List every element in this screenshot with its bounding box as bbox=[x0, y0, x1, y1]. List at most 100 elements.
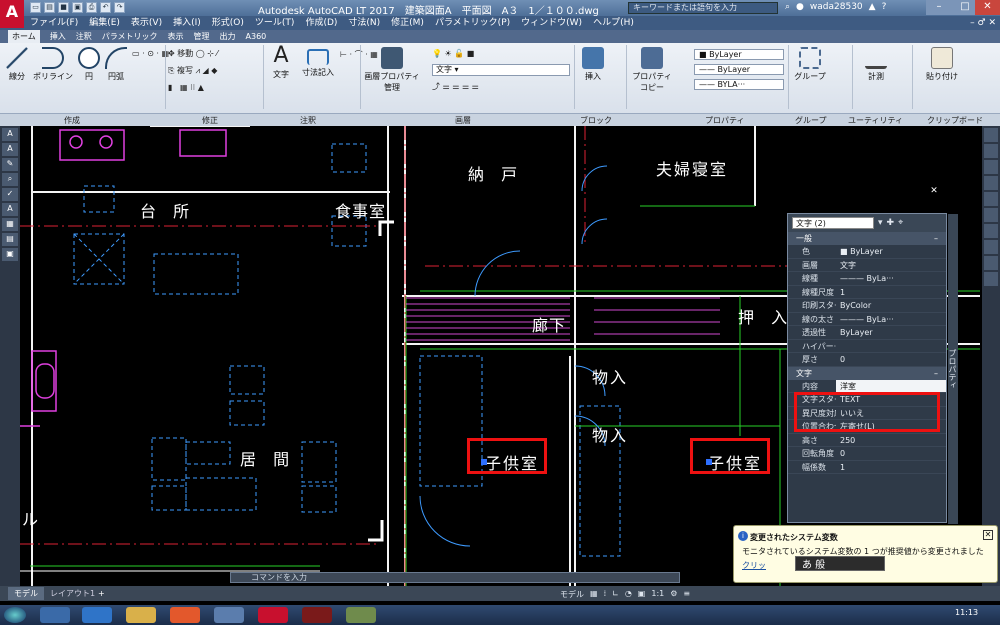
taskbar-ie-icon[interactable] bbox=[82, 607, 112, 623]
taskbar-app-icon[interactable] bbox=[214, 607, 244, 623]
copy-button[interactable]: ⎘ 複写 ⩘ ◢ ◆ bbox=[168, 65, 217, 76]
property-value[interactable]: ——— ByLa··· bbox=[836, 272, 946, 285]
snap-icon[interactable] bbox=[984, 192, 998, 206]
layer-properties-button[interactable]: 画層プロパティ 管理 bbox=[364, 47, 420, 93]
osnap-icon[interactable] bbox=[984, 240, 998, 254]
app-menu-button[interactable]: A bbox=[0, 0, 24, 28]
print-icon[interactable]: ⎙ bbox=[86, 2, 97, 13]
menu-item[interactable]: ウィンドウ(W) bbox=[521, 16, 582, 30]
command-line-input[interactable]: コマンドを入力 bbox=[230, 572, 680, 583]
room-label-oshiire[interactable]: 押 入 bbox=[738, 304, 793, 328]
collapse-icon[interactable]: – bbox=[934, 232, 938, 245]
property-row[interactable]: 線の太さ ——— ByLa··· bbox=[788, 313, 946, 326]
section-text[interactable]: 文字 – bbox=[788, 366, 946, 380]
undo-icon[interactable]: ↶ bbox=[100, 2, 111, 13]
property-value[interactable]: ■ ByLayer bbox=[836, 245, 946, 258]
osnap-status-icon[interactable]: ▣ bbox=[638, 589, 646, 600]
transparency-icon[interactable] bbox=[984, 272, 998, 286]
group-button[interactable]: グループ bbox=[792, 47, 828, 82]
attribute-icon[interactable]: ▣ bbox=[2, 248, 18, 261]
help-icon[interactable]: ? bbox=[882, 2, 887, 12]
layer-dropdown[interactable]: 文字 ▾ bbox=[432, 64, 570, 76]
palette-title-bar[interactable]: プロパティ bbox=[948, 214, 958, 524]
workspace-icon[interactable]: ⚙ bbox=[670, 589, 677, 600]
balloon-close-icon[interactable]: ✕ bbox=[983, 530, 993, 540]
pencil-icon[interactable]: ✎ bbox=[2, 158, 18, 171]
spell-icon[interactable]: ✓ bbox=[2, 188, 18, 201]
property-value[interactable]: 洋室 bbox=[836, 379, 946, 392]
property-row[interactable]: 線種 ——— ByLa··· bbox=[788, 272, 946, 286]
tab-model[interactable]: モデル bbox=[8, 587, 44, 600]
ribbon-tab[interactable]: A360 bbox=[246, 30, 267, 43]
selection-dropdown[interactable]: 文字 (2) bbox=[792, 217, 874, 229]
table-icon[interactable]: ▦ bbox=[2, 218, 18, 231]
property-row[interactable]: 線種尺度 1 bbox=[788, 286, 946, 299]
collapse-icon[interactable]: – bbox=[934, 367, 938, 380]
room-label-shokuji[interactable]: 食事室 bbox=[335, 198, 386, 222]
taskbar-pdf-icon[interactable] bbox=[302, 607, 332, 623]
taskbar-explorer-icon[interactable] bbox=[126, 607, 156, 623]
status-model[interactable]: モデル bbox=[560, 589, 584, 600]
search-input[interactable]: キーワードまたは語句を入力 bbox=[628, 2, 778, 14]
add-layout-button[interactable]: + bbox=[92, 587, 111, 600]
cart-icon[interactable]: ▲ bbox=[869, 2, 876, 12]
grid-icon[interactable]: ▦ bbox=[590, 589, 598, 600]
room-label-monoire-1[interactable]: 物入 bbox=[592, 364, 628, 388]
ribbon-tab[interactable]: 表示 bbox=[168, 30, 184, 43]
menu-item[interactable]: ツール(T) bbox=[255, 16, 295, 30]
property-value[interactable]: 0 bbox=[836, 447, 946, 460]
ribbon-tab[interactable]: パラメトリック bbox=[102, 30, 158, 43]
match-properties-button[interactable]: プロパティ コピー bbox=[630, 47, 674, 93]
taskbar-paint-icon[interactable] bbox=[346, 607, 376, 623]
menu-item[interactable]: 挿入(I) bbox=[173, 16, 201, 30]
orbit-icon[interactable] bbox=[984, 176, 998, 190]
arc-button[interactable]: 円弧 bbox=[104, 47, 128, 82]
paste-button[interactable]: 貼り付け bbox=[920, 47, 964, 82]
redo-icon[interactable]: ↷ bbox=[114, 2, 125, 13]
annotation-scale[interactable]: 1:1 bbox=[651, 589, 664, 600]
room-label-monoire-2[interactable]: 物入 bbox=[592, 422, 628, 446]
ribbon-tab[interactable]: ホーム bbox=[8, 30, 40, 43]
property-value[interactable]: 1 bbox=[836, 286, 946, 299]
property-value[interactable]: 0 bbox=[836, 353, 946, 366]
panel-draw-title[interactable]: 作成 bbox=[64, 115, 80, 126]
property-row[interactable]: 内容 洋室 bbox=[788, 379, 946, 393]
find-icon[interactable]: ⌕ bbox=[2, 173, 18, 186]
start-button[interactable] bbox=[4, 607, 26, 623]
grip-point-2[interactable] bbox=[706, 459, 712, 465]
field-icon[interactable]: ▤ bbox=[2, 233, 18, 246]
property-row[interactable]: 回転角度 0 bbox=[788, 447, 946, 461]
ortho-icon[interactable] bbox=[984, 208, 998, 222]
new-icon[interactable]: ▭ bbox=[30, 2, 41, 13]
window-controls-inner[interactable]: – ♂ ✕ bbox=[970, 16, 996, 30]
panel-layer-title[interactable]: 画層 bbox=[455, 115, 471, 126]
property-value[interactable]: ByColor bbox=[836, 299, 946, 312]
property-row[interactable]: 厚さ 0 bbox=[788, 353, 946, 367]
scale-text-icon[interactable]: A bbox=[2, 203, 18, 216]
menu-item[interactable]: パラメトリック(P) bbox=[435, 16, 510, 30]
menu-item[interactable]: ファイル(F) bbox=[30, 16, 78, 30]
polar-status-icon[interactable]: ◔ bbox=[625, 589, 632, 600]
property-row[interactable]: 画層 文字 bbox=[788, 259, 946, 272]
property-value[interactable]: ByLayer bbox=[836, 326, 946, 339]
menu-item[interactable]: 作成(D) bbox=[305, 16, 337, 30]
menu-item[interactable]: 表示(V) bbox=[131, 16, 162, 30]
property-value[interactable]: 文字 bbox=[836, 259, 946, 272]
menu-item[interactable]: 修正(M) bbox=[391, 16, 424, 30]
room-label-ima[interactable]: 居 間 bbox=[240, 446, 295, 470]
insert-button[interactable]: 挿入 bbox=[578, 47, 608, 82]
room-label-daidokoro[interactable]: 台 所 bbox=[140, 198, 195, 222]
panel-modify-title[interactable]: 修正 bbox=[202, 115, 218, 126]
minimize-button[interactable]: – bbox=[926, 0, 952, 15]
quick-select-icon[interactable]: ✚ bbox=[887, 218, 895, 228]
panel-group-title[interactable]: グループ bbox=[795, 115, 827, 126]
color-dropdown[interactable]: ■ ByLayer bbox=[694, 49, 784, 60]
room-label-partial[interactable]: ル bbox=[22, 506, 44, 530]
menu-item[interactable]: 寸法(N) bbox=[348, 16, 380, 30]
saveas-icon[interactable]: ▣ bbox=[72, 2, 83, 13]
navbar-icon[interactable] bbox=[984, 128, 998, 142]
select-objects-icon[interactable]: ▾ bbox=[878, 218, 883, 228]
modify-small-tools[interactable]: ▮ ▦ ⁝⁝ ▲ bbox=[168, 83, 204, 92]
room-label-nando[interactable]: 納 戸 bbox=[468, 161, 523, 185]
panel-block-title[interactable]: ブロック bbox=[580, 115, 612, 126]
